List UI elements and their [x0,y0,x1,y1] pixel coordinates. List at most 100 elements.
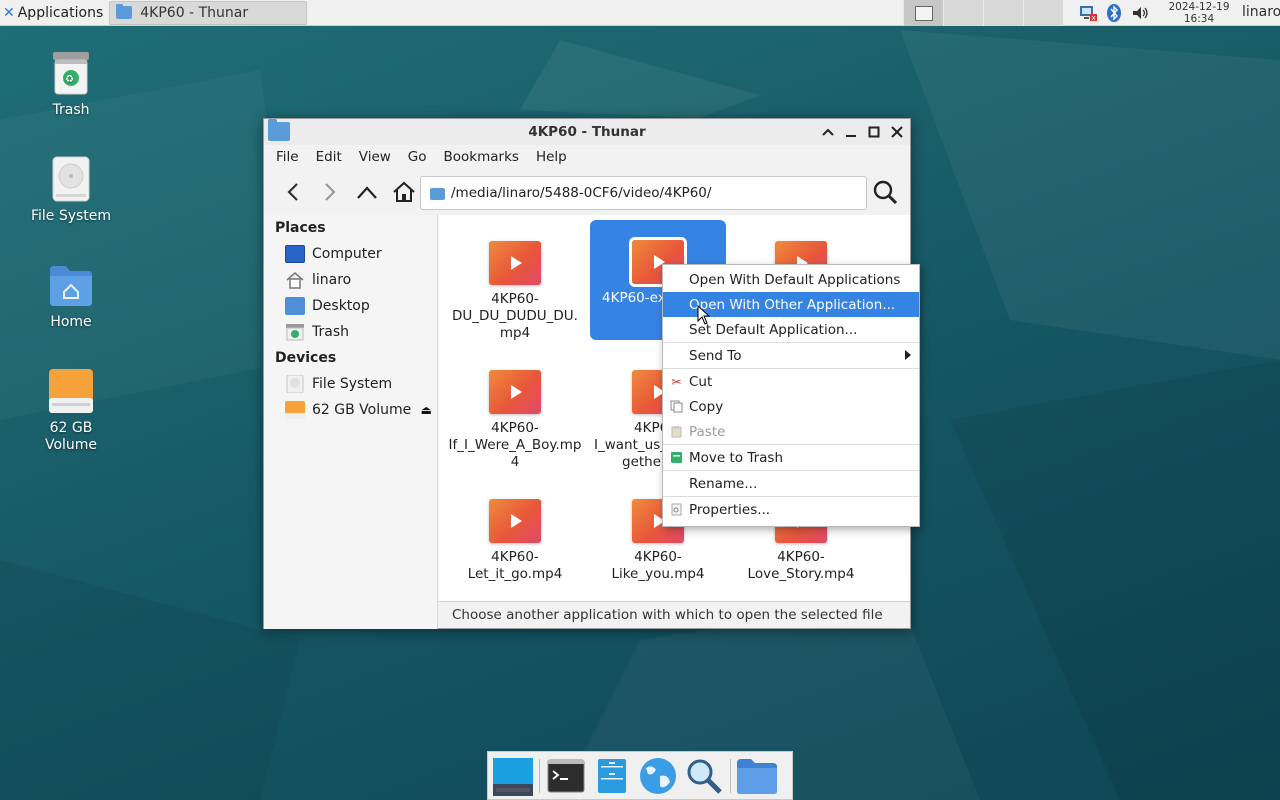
user-menu[interactable]: linaro [1242,4,1280,20]
desktop-folder-icon [285,297,305,315]
menu-view[interactable]: View [359,149,391,165]
forward-button[interactable] [315,177,345,207]
menu-item-copy[interactable]: Copy [663,394,919,419]
minimize-button[interactable] [843,122,858,142]
sidebar-item-label: File System [312,376,393,392]
taskbar-window-title: 4KP60 - Thunar [140,4,249,21]
home-icon [285,271,305,289]
paste-icon [670,425,683,438]
network-icon[interactable]: x [1078,3,1098,23]
toolbar: /media/linaro/5488-0CF6/video/4KP60/ [264,169,910,215]
window-controls [820,122,904,142]
menu-item-move-to-trash[interactable]: Move to Trash [663,445,919,470]
menu-edit[interactable]: Edit [316,149,342,165]
taskbar-window-button[interactable]: 4KP60 - Thunar [109,0,308,25]
file-item[interactable]: 4KP60- If_I_Were_A_Boy.mp 4 [447,354,583,472]
desktop-icon-label: Home [50,314,92,330]
file-name-line: If_I_Were_A_Boy.mp [448,437,582,453]
menu-item-label: Properties... [689,501,771,518]
window-title: 4KP60 - Thunar [528,124,646,140]
folder-icon [116,4,133,19]
drive-icon [285,374,305,394]
menu-item-label: Open With Default Applications [689,271,901,288]
desktop-icon-label: Trash [52,102,90,118]
sidebar-heading-places: Places [275,220,326,236]
sidebar-heading-devices: Devices [275,350,337,366]
workspace-4[interactable] [1023,0,1063,26]
sidebar-item-label: linaro [312,272,352,288]
home-folder-icon [48,262,94,308]
back-button[interactable] [278,177,308,207]
home-button[interactable] [389,177,419,207]
menu-item-label: Cut [689,373,713,390]
file-name-line: 4 [510,454,520,470]
usb-drive-icon [48,368,94,414]
desktop-icon-62gb-volume[interactable]: 62 GB Volume [21,368,121,454]
menu-item-label: Rename... [689,475,758,492]
menu-item-send-to[interactable]: Send To [663,343,919,368]
folder-icon [737,758,777,794]
close-button[interactable] [889,122,904,142]
sidebar-item-62gb-volume[interactable]: 62 GB Volume ⏏ [264,397,437,423]
desktop-icon-label: 62 GB Volume [44,420,98,453]
clock-date: 2024-12-19 [1168,1,1230,13]
maximize-button[interactable] [866,122,881,142]
file-item[interactable]: 4KP60- DU_DU_DUDU_DU. mp4 [447,225,583,343]
workspace-2[interactable] [943,0,983,26]
sidebar-item-label: Trash [312,324,349,340]
parent-folder-button[interactable] [352,177,382,207]
menu-item-label: Open With Other Application... [689,296,896,313]
sidebar-item-file-system[interactable]: File System [264,371,437,397]
status-bar: Choose another application with which to… [439,601,910,628]
chevron-left-icon [287,183,298,201]
menu-item-rename[interactable]: Rename... [663,471,919,496]
applications-menu-button[interactable]: ✕ Applications [0,0,107,26]
system-tray: x [1078,0,1150,26]
menu-item-paste[interactable]: Paste [663,419,919,444]
search-button[interactable] [870,177,900,207]
desktop-icon-file-system[interactable]: File System [21,156,121,224]
workspace-3[interactable] [983,0,1023,26]
volume-icon[interactable] [1130,3,1150,23]
desktop-icon-home[interactable]: Home [21,262,121,330]
properties-icon [670,503,683,516]
shade-button[interactable] [820,122,835,142]
folder-button[interactable] [734,753,780,799]
sidebar-item-computer[interactable]: Computer [264,241,437,267]
terminal-button[interactable] [543,753,589,799]
sidebar-item-label: Computer [312,246,382,262]
menu-item-properties[interactable]: Properties... [663,497,919,522]
computer-icon [285,245,305,263]
sidebar-item-trash[interactable]: Trash [264,319,437,345]
desktop-icon-trash[interactable]: ♻ Trash [21,50,121,118]
file-manager-button[interactable] [589,753,635,799]
location-bar[interactable]: /media/linaro/5488-0CF6/video/4KP60/ [420,176,867,210]
sidebar-item-linaro[interactable]: linaro [264,267,437,293]
show-desktop-button[interactable] [490,753,536,799]
sidebar-item-label: 62 GB Volume [312,402,412,418]
show-desktop-icon [493,757,533,796]
bluetooth-icon[interactable] [1104,3,1124,23]
menu-bookmarks[interactable]: Bookmarks [444,149,519,165]
workspace-1[interactable] [903,0,943,26]
menu-help[interactable]: Help [536,149,567,165]
app-finder-button[interactable] [681,753,727,799]
sidebar-item-label: Desktop [312,298,370,314]
menu-item-open-default[interactable]: Open With Default Applications [663,267,919,292]
file-name-line: mp4 [499,325,531,341]
sidebar-item-desktop[interactable]: Desktop [264,293,437,319]
web-browser-button[interactable] [635,753,681,799]
file-name-line: Like_you.mp4 [611,566,705,582]
clock[interactable]: 2024-12-19 16:34 [1162,1,1236,25]
menu-file[interactable]: File [276,149,299,165]
window-titlebar[interactable]: 4KP60 - Thunar [264,119,910,145]
menu-go[interactable]: Go [408,149,427,165]
copy-icon [670,400,683,413]
desktop-icon-label: File System [30,208,112,224]
submenu-arrow-icon [905,350,911,360]
menu-item-cut[interactable]: ✂ Cut [663,369,919,394]
file-cabinet-icon [598,758,626,793]
file-item[interactable]: 4KP60- Let_it_go.mp4 [447,483,583,601]
sidebar: Places Computer linaro Desktop Trash Dev… [264,215,438,629]
eject-icon[interactable]: ⏏ [421,403,432,417]
